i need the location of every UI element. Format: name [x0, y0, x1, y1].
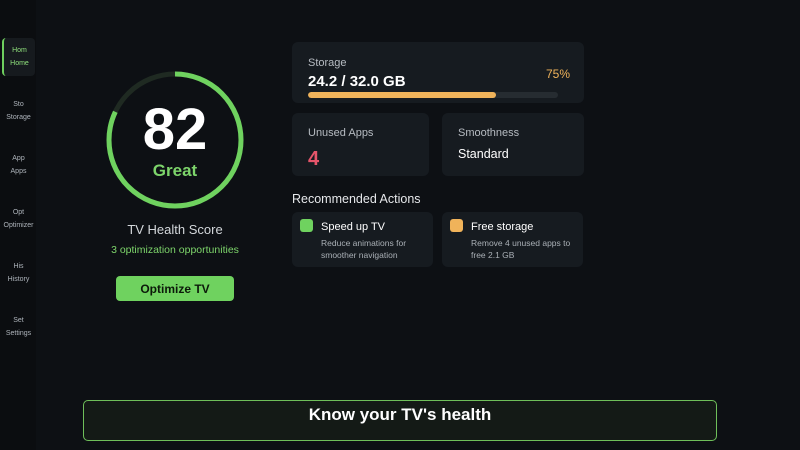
sidebar-item-label: Apps	[10, 168, 27, 175]
sidebar-item-abbr: Sto	[13, 101, 24, 108]
sidebar-item-abbr: Set	[13, 317, 24, 324]
sidebar-item-label: Home	[10, 60, 29, 67]
action-title: Free storage	[471, 221, 534, 233]
sidebar-item-optimizer[interactable]: Opt Optimizer	[2, 200, 35, 238]
sidebar-item-label: Settings	[5, 330, 32, 337]
optimize-tv-button[interactable]: Optimize TV	[116, 276, 234, 301]
storage-percent: 75%	[545, 67, 570, 81]
action-status-icon	[300, 219, 313, 232]
sidebar-item-storage[interactable]: Sto Storage	[2, 92, 35, 130]
unused-apps-value: 4	[308, 148, 320, 170]
sidebar-item-label: Storage	[6, 114, 31, 121]
sidebar-item-abbr: App	[12, 155, 25, 162]
score-title: TV Health Score	[127, 222, 223, 237]
sidebar-item-history[interactable]: His History	[2, 254, 35, 292]
score-grade: Great	[152, 161, 198, 180]
recommended-actions-title: Recommended Actions	[292, 192, 421, 206]
smoothness-card[interactable]: Smoothness Standard	[442, 113, 584, 176]
action-title: Speed up TV	[321, 221, 386, 233]
action-free-storage[interactable]: Free storage Remove 4 unused apps to fre…	[442, 212, 583, 267]
sidebar-item-abbr: His	[13, 263, 24, 270]
action-speed-up-tv[interactable]: Speed up TV Reduce animations for smooth…	[292, 212, 433, 267]
storage-label: Storage	[308, 57, 347, 69]
unused-apps-label: Unused Apps	[308, 127, 374, 139]
sidebar-item-home[interactable]: Hom Home	[2, 38, 35, 76]
storage-progress-fill	[308, 92, 496, 98]
sidebar-item-settings[interactable]: Set Settings	[2, 308, 35, 346]
sidebar-item-abbr: Hom	[12, 47, 27, 54]
sidebar-item-label: History	[7, 276, 30, 283]
action-status-icon	[450, 219, 463, 232]
action-description: Reduce animations for smoother navigatio…	[321, 238, 407, 260]
caption-text: Know your TV's health	[308, 404, 492, 424]
storage-progress-bar	[308, 92, 558, 98]
storage-card[interactable]: Storage 24.2 / 32.0 GB 75%	[292, 42, 584, 103]
sidebar-item-label: Optimizer	[3, 222, 34, 229]
smoothness-value: Standard	[458, 147, 509, 161]
unused-apps-card[interactable]: Unused Apps 4	[292, 113, 429, 176]
sidebar-item-abbr: Opt	[12, 209, 25, 216]
caption-banner: Know your TV's health	[83, 400, 717, 441]
score-value: 82	[142, 97, 208, 162]
sidebar-item-apps[interactable]: App Apps	[2, 146, 35, 184]
health-score-gauge: 82 Great	[105, 70, 245, 210]
action-description: Remove 4 unused apps to free 2.1 GB	[471, 238, 571, 260]
storage-value: 24.2 / 32.0 GB	[308, 73, 406, 90]
smoothness-label: Smoothness	[458, 127, 520, 139]
sidebar: Hom Home Sto Storage App Apps Opt Optimi…	[0, 0, 36, 450]
score-subtitle: 3 optimization opportunities	[111, 244, 239, 256]
